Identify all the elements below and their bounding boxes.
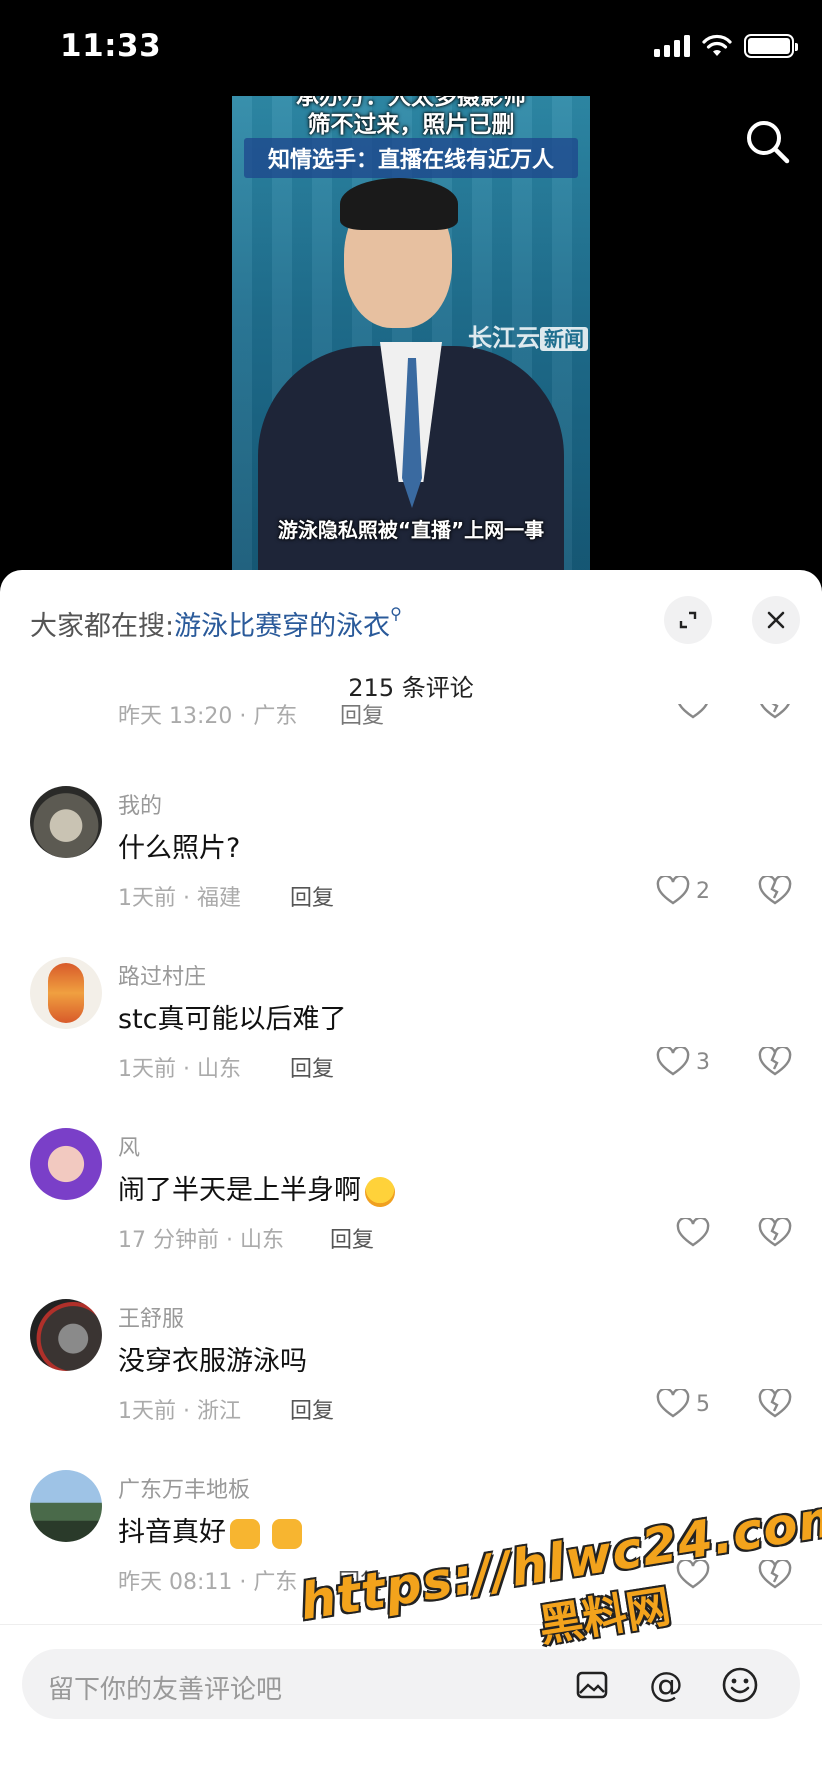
comment-text: 抖音真好 <box>118 1510 302 1549</box>
comment-username[interactable]: 我的 <box>118 788 162 820</box>
dislike-icon[interactable] <box>758 1218 792 1248</box>
expand-icon <box>679 611 697 629</box>
comment-meta: 1天前 · 浙江 <box>118 1399 241 1424</box>
status-bar: 11:33 <box>0 0 822 96</box>
comment-item: 王舒服 没穿衣服游泳吗 1天前 · 浙江 回复 5 <box>0 1299 822 1469</box>
dislike-icon[interactable] <box>758 1047 792 1077</box>
comment-username[interactable]: 广东万丰地板 <box>118 1472 250 1504</box>
close-button[interactable] <box>752 596 800 644</box>
like-button[interactable]: 3 <box>656 1047 710 1077</box>
dislike-icon[interactable] <box>758 876 792 906</box>
reply-button[interactable]: 回复 <box>290 880 334 912</box>
avatar[interactable] <box>30 1128 102 1200</box>
trending-search-link[interactable]: 游泳比赛穿的泳衣 <box>174 611 390 642</box>
comment-username[interactable]: 王舒服 <box>118 1301 184 1333</box>
battery-icon <box>744 34 798 58</box>
avatar[interactable] <box>30 957 102 1029</box>
search-small-icon: ⚲ <box>390 604 402 623</box>
like-button[interactable]: 5 <box>656 1389 710 1419</box>
image-icon <box>576 1671 608 1699</box>
like-button[interactable]: 2 <box>656 876 710 906</box>
heart-icon <box>676 1218 710 1247</box>
comment-username[interactable]: 路过村庄 <box>118 959 206 991</box>
comment-text: 什么照片? <box>118 833 241 864</box>
laughing-crying-emoji-icon <box>365 1176 395 1207</box>
avatar[interactable] <box>30 1470 102 1542</box>
like-count: 3 <box>696 1049 710 1075</box>
dislike-icon[interactable] <box>758 704 792 720</box>
heart-icon <box>656 1047 690 1076</box>
dislike-icon[interactable] <box>758 1389 792 1419</box>
reply-button[interactable]: 回复 <box>290 1051 334 1083</box>
comment-item-partial: 昨天 13:20 · 广东 回复 <box>0 704 822 740</box>
comment-meta: 1天前 · 山东 <box>118 1057 241 1082</box>
reply-button[interactable]: 回复 <box>330 1222 374 1254</box>
emoji-icon <box>722 1667 758 1703</box>
reply-button[interactable]: 回复 <box>290 1393 334 1425</box>
trending-search[interactable]: 大家都在搜:游泳比赛穿的泳衣⚲ <box>30 604 402 643</box>
status-icons <box>654 34 798 58</box>
comment-text-content: 抖音真好 <box>118 1517 226 1548</box>
heart-icon <box>656 876 690 905</box>
status-time: 11:33 <box>60 28 162 64</box>
comment-text: 闹了半天是上半身啊 <box>118 1168 395 1207</box>
expand-button[interactable] <box>664 596 712 644</box>
comment-meta: 昨天 13:20 · 广东 <box>118 704 298 729</box>
trending-search-label: 大家都在搜: <box>30 611 175 642</box>
at-icon: @ <box>649 1665 683 1705</box>
caption-line-1: 承办方：人太多摄影师 <box>296 96 526 110</box>
comment-input-placeholder: 留下你的友善评论吧 <box>48 1675 283 1705</box>
comment-count: 215 条评论 <box>348 674 474 702</box>
avatar[interactable] <box>30 786 102 858</box>
comment-item: 我的 什么照片? 1天前 · 福建 回复 2 <box>0 786 822 956</box>
mention-button[interactable]: @ <box>644 1663 688 1707</box>
comment-text: stc真可能以后难了 <box>118 1004 347 1035</box>
reply-button[interactable]: 回复 <box>340 704 384 730</box>
comment-meta: 1天前 · 福建 <box>118 886 241 911</box>
comment-meta: 昨天 08:11 · 广东 <box>118 1570 298 1595</box>
search-button[interactable] <box>742 116 794 168</box>
thumbs-up-emoji-icon <box>230 1518 260 1549</box>
emoji-button[interactable] <box>718 1663 762 1707</box>
comment-meta: 17 分钟前 · 山东 <box>118 1228 284 1253</box>
close-icon <box>767 611 785 629</box>
video-frame[interactable]: 承办方：人太多摄影师 筛不过来，照片已删 知情选手：直播在线有近万人 长江云 新闻… <box>232 96 590 571</box>
comment-item: 风 闹了半天是上半身啊 17 分钟前 · 山东 回复 <box>0 1128 822 1298</box>
avatar[interactable] <box>30 1299 102 1371</box>
comment-text: 没穿衣服游泳吗 <box>118 1346 307 1377</box>
like-button[interactable] <box>676 1218 716 1248</box>
image-button[interactable] <box>570 1663 614 1707</box>
cellular-signal-icon <box>654 35 690 57</box>
caption-line-2: 筛不过来，照片已删 <box>307 111 515 138</box>
comment-text-content: 闹了半天是上半身啊 <box>118 1175 361 1206</box>
video-caption-top: 承办方：人太多摄影师 筛不过来，照片已删 <box>232 96 590 139</box>
heart-icon <box>656 1389 690 1418</box>
like-count: 5 <box>696 1391 710 1417</box>
search-icon <box>747 121 790 164</box>
station-tag: 新闻 <box>540 327 588 351</box>
video-player[interactable]: 承办方：人太多摄影师 筛不过来，照片已删 知情选手：直播在线有近万人 长江云 新闻… <box>0 96 822 586</box>
comment-username[interactable]: 风 <box>118 1130 140 1162</box>
comment-item: 路过村庄 stc真可能以后难了 1天前 · 山东 回复 3 <box>0 957 822 1127</box>
heart-icon[interactable] <box>676 704 710 720</box>
like-count: 2 <box>696 878 710 904</box>
station-logo: 长江云 新闻 <box>468 318 588 353</box>
wifi-icon <box>702 34 732 56</box>
thumbs-up-emoji-icon <box>272 1518 302 1549</box>
video-caption-bottom: 游泳隐私照被“直播”上网一事 <box>277 518 545 542</box>
video-caption-banner: 知情选手：直播在线有近万人 <box>244 138 578 178</box>
station-name: 长江云 <box>468 324 540 352</box>
